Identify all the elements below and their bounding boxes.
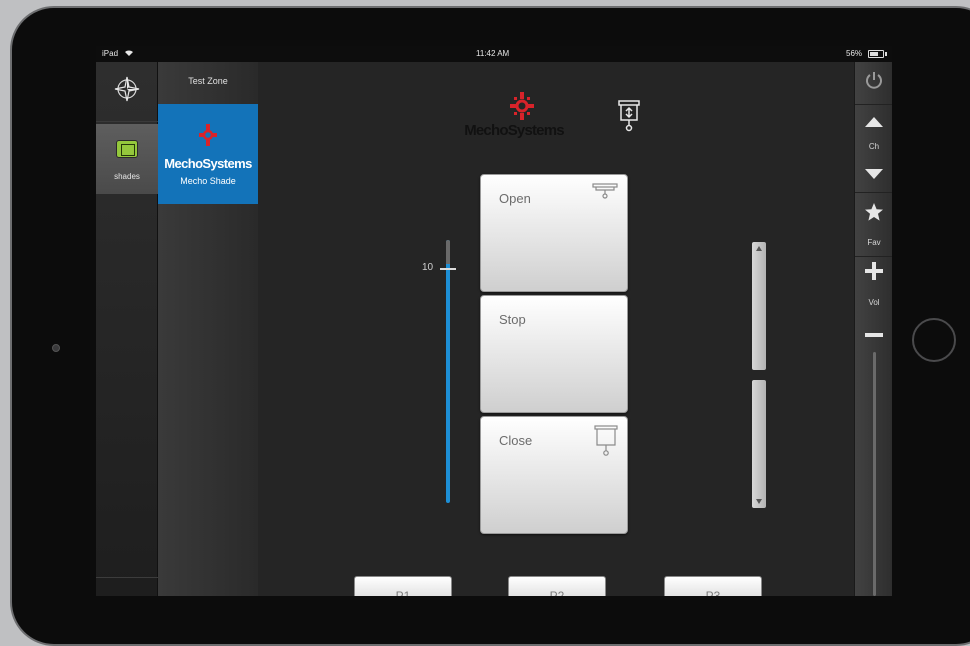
triangle-up-icon <box>865 114 883 132</box>
channel-label: Ch <box>868 142 880 151</box>
stop-button-label: Stop <box>499 312 526 327</box>
arrow-down-icon <box>756 499 762 504</box>
sidebar-item-compass[interactable] <box>96 62 158 122</box>
triangle-down-icon <box>865 166 883 184</box>
battery-icon <box>868 50 884 58</box>
wifi-icon <box>124 49 134 59</box>
shade-control-panel: MechoSystems 10 Open Stop Close P1 P2 P3 <box>258 62 854 596</box>
close-button-label: Close <box>499 433 533 448</box>
volume-slider[interactable] <box>873 352 876 596</box>
front-camera <box>52 344 60 352</box>
scroll-up-button[interactable] <box>752 242 766 370</box>
mecho-logo-icon <box>510 92 534 125</box>
device-list: Test Zone MechoSystems Mecho Shade <box>158 62 258 596</box>
minus-icon <box>865 324 883 342</box>
room-sidebar: shades <box>96 62 158 596</box>
zone-title: Test Zone <box>188 76 228 86</box>
volume-up-button[interactable] <box>855 262 892 285</box>
slider-thumb[interactable] <box>440 268 456 270</box>
status-time: 11:42 AM <box>476 49 510 58</box>
open-button[interactable]: Open <box>480 174 628 292</box>
sidebar-divider <box>96 577 158 578</box>
power-icon <box>864 70 884 95</box>
preset-button-2[interactable]: P2 <box>508 576 606 596</box>
mecho-logo-icon <box>199 124 217 151</box>
close-button[interactable]: Close <box>480 416 628 534</box>
battery-percent: 56% <box>846 49 863 58</box>
status-bar: iPad 11:42 AM 56% <box>96 46 892 62</box>
compass-icon <box>113 75 141 108</box>
shade-close-icon <box>593 425 619 462</box>
device-label: iPad <box>102 49 119 58</box>
divider <box>855 104 892 105</box>
sidebar-item-label: shades <box>114 172 140 181</box>
shade-open-icon <box>591 183 619 204</box>
sidebar-item-shades[interactable] <box>96 124 158 194</box>
volume-label: Vol <box>868 298 880 307</box>
channel-down-button[interactable] <box>855 166 892 184</box>
shades-icon <box>116 140 138 158</box>
device-brand: MechoSystems <box>164 156 252 171</box>
transport-bar: Ch Fav Vol <box>854 62 892 596</box>
slider-unfilled <box>446 240 450 264</box>
favorite-button[interactable] <box>855 202 892 227</box>
plus-icon <box>865 262 883 285</box>
device-item-mecho-shade[interactable]: MechoSystems Mecho Shade <box>158 104 258 204</box>
divider <box>855 256 892 257</box>
brand-name: MechoSystems <box>464 122 564 139</box>
open-button-label: Open <box>499 191 531 206</box>
volume-down-button[interactable] <box>855 324 892 342</box>
app-screen: iPad 11:42 AM 56% shades Test Zone Mecho… <box>96 46 892 596</box>
preset-button-3[interactable]: P3 <box>664 576 762 596</box>
power-button[interactable] <box>855 70 892 95</box>
scroll-down-button[interactable] <box>752 380 766 508</box>
preset-button-1[interactable]: P1 <box>354 576 452 596</box>
slider-value: 10 <box>422 262 434 273</box>
favorite-label: Fav <box>867 238 881 247</box>
shade-position-slider[interactable] <box>446 240 450 503</box>
divider <box>855 192 892 193</box>
stop-button[interactable]: Stop <box>480 295 628 413</box>
channel-up-button[interactable] <box>855 114 892 132</box>
battery-nub <box>885 52 887 56</box>
arrow-up-icon <box>756 246 762 251</box>
device-name: Mecho Shade <box>180 176 236 186</box>
shade-motor-icon <box>618 100 640 137</box>
star-icon <box>864 202 884 227</box>
home-button[interactable] <box>912 318 956 362</box>
